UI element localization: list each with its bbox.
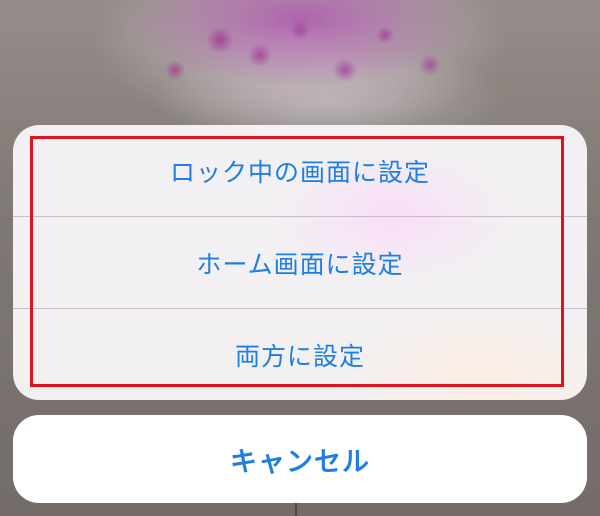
screen: ロック中の画面に設定 ホーム画面に設定 両方に設定 キャンセル <box>0 0 600 516</box>
set-both-button[interactable]: 両方に設定 <box>13 309 587 400</box>
action-sheet: ロック中の画面に設定 ホーム画面に設定 両方に設定 <box>13 125 587 400</box>
set-home-screen-button[interactable]: ホーム画面に設定 <box>13 217 587 308</box>
set-both-label: 両方に設定 <box>234 341 365 371</box>
set-lock-screen-button[interactable]: ロック中の画面に設定 <box>13 125 587 216</box>
set-home-screen-label: ホーム画面に設定 <box>196 249 404 279</box>
cancel-label: キャンセル <box>230 446 370 478</box>
background-divider <box>295 503 297 516</box>
set-lock-screen-label: ロック中の画面に設定 <box>169 157 430 187</box>
cancel-button[interactable]: キャンセル <box>13 415 587 503</box>
